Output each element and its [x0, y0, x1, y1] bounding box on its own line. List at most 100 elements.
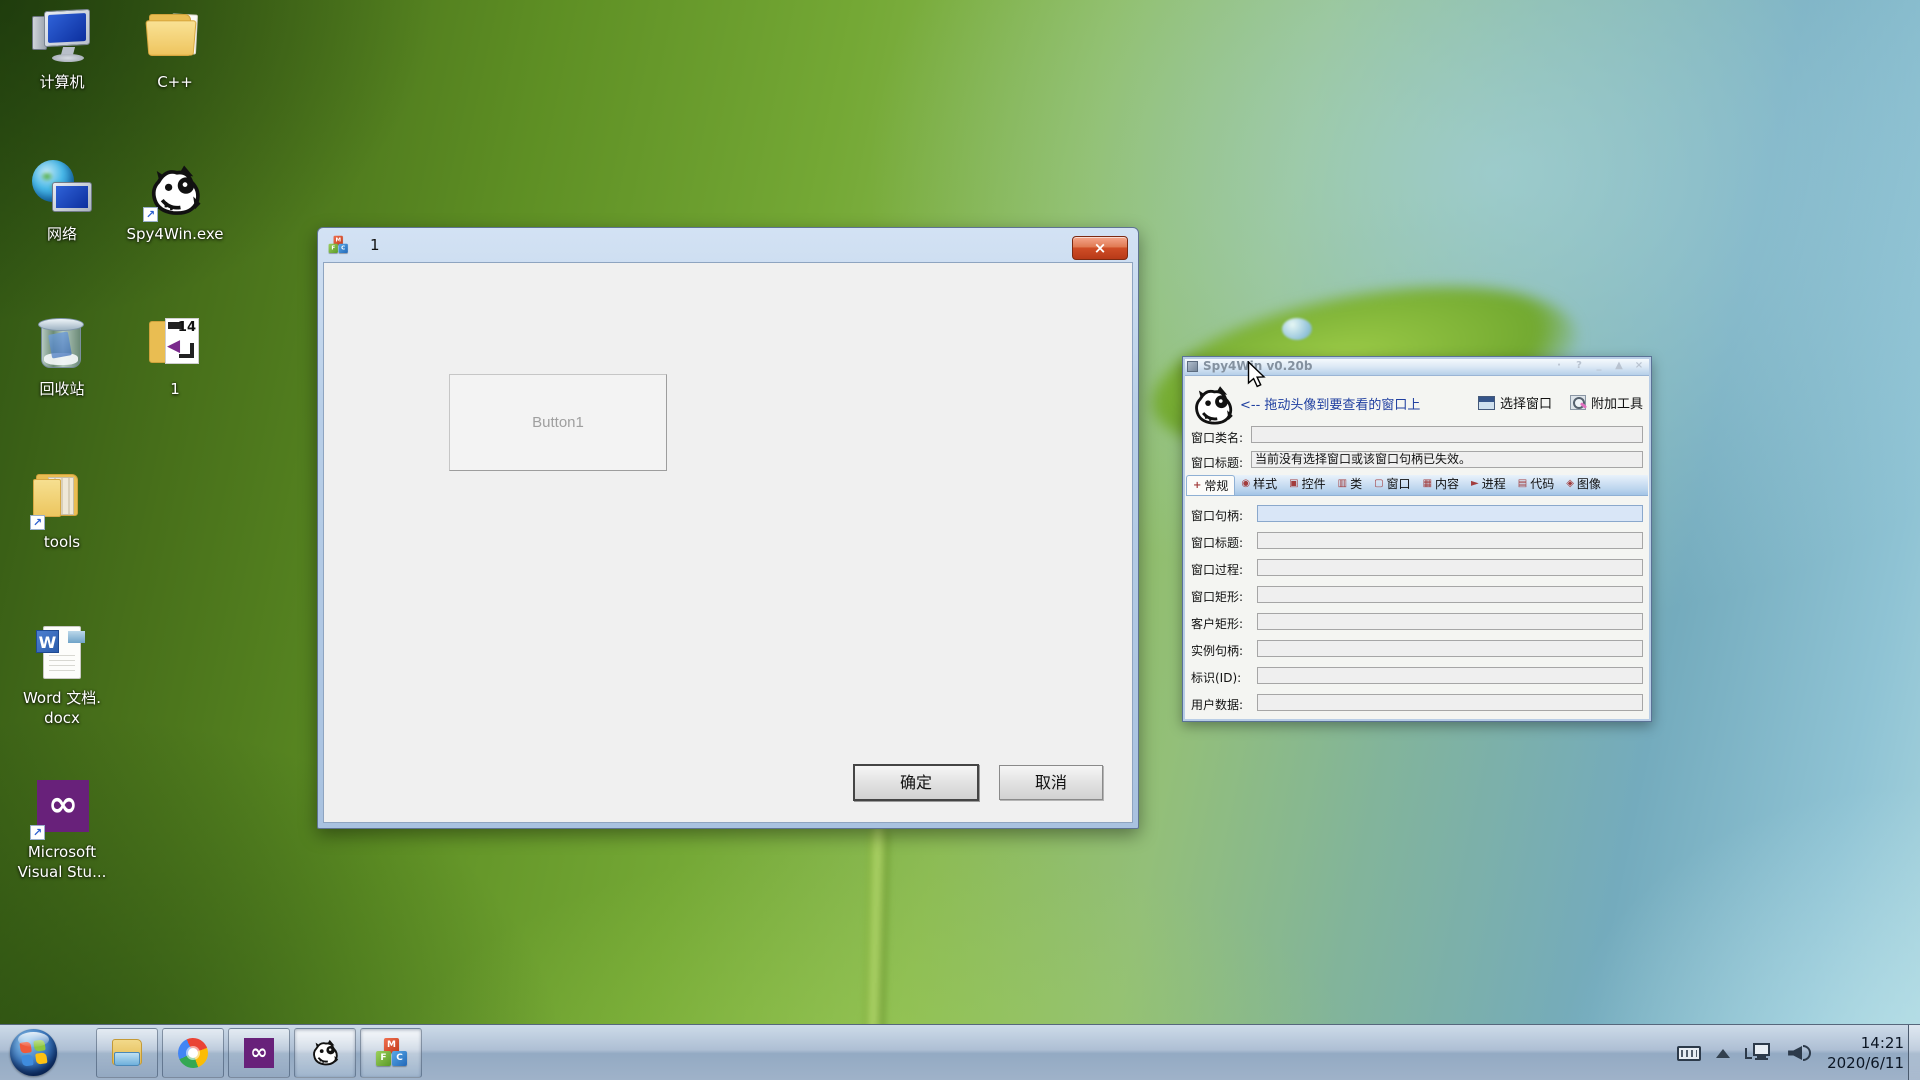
close-button[interactable]: ×	[1072, 236, 1128, 260]
desktop-icon-computer[interactable]: 计算机	[6, 8, 118, 92]
cancel-button[interactable]: 取消	[999, 765, 1103, 800]
pin-button[interactable]: ·	[1551, 359, 1567, 373]
desktop-icon-recycle-bin[interactable]: 回收站	[6, 315, 118, 399]
volume-icon[interactable]	[1786, 1041, 1812, 1065]
desktop-icon-visual-studio[interactable]: ∞ ↗ Microsoft Visual Stu...	[6, 778, 118, 882]
tab-icon: ▦	[1422, 478, 1433, 489]
tab-icon: ►	[1471, 478, 1479, 489]
tab-控件[interactable]: ▣ 控件	[1283, 473, 1331, 495]
field-label: 窗口过程:	[1191, 563, 1244, 577]
field-input[interactable]	[1257, 505, 1643, 522]
tab-进程[interactable]: ► 进程	[1465, 473, 1512, 495]
field-input[interactable]	[1257, 640, 1643, 657]
vs-project-folder-icon: 14 ◀	[143, 315, 207, 377]
desktop-icon-cpp-folder[interactable]: C++	[119, 8, 231, 92]
field-input[interactable]	[1257, 559, 1643, 576]
tab-代码[interactable]: ▤ 代码	[1512, 473, 1560, 495]
taskbar-button-mfc-app[interactable]: MFC	[360, 1028, 422, 1078]
field-label: 窗口矩形:	[1191, 590, 1244, 604]
folder-shortcut-icon: ↗	[30, 468, 94, 530]
tab-label: 窗口	[1386, 477, 1411, 491]
spy4win-toolbar: 选择窗口 附加工具	[1477, 393, 1643, 412]
window-class-field[interactable]	[1251, 426, 1643, 443]
tab-常规[interactable]: + 常规	[1186, 475, 1236, 495]
word-doc-icon: W	[30, 624, 94, 686]
spy4win-title: Spy4Win v0.20b	[1203, 359, 1313, 373]
desktop-icon-label: 1	[170, 380, 180, 398]
visual-studio-shortcut-icon: ∞ ↗	[30, 778, 94, 840]
tab-label: 常规	[1204, 478, 1229, 493]
network-tray-icon[interactable]	[1745, 1042, 1771, 1064]
attach-tools-button[interactable]: 附加工具	[1591, 393, 1643, 412]
folder-icon	[143, 8, 207, 70]
close-button[interactable]: ×	[1631, 359, 1647, 373]
desktop-icon-folder-1[interactable]: 14 ◀ 1	[119, 315, 231, 399]
network-icon	[30, 160, 94, 222]
tab-icon: ▢	[1374, 478, 1384, 489]
minimize-button[interactable]: _	[1591, 359, 1607, 373]
clock[interactable]: 14:21 2020/6/11	[1827, 1033, 1904, 1073]
dialog-title: 1	[370, 236, 380, 254]
tab-样式[interactable]: ◉ 样式	[1235, 473, 1283, 495]
field-label: 实例句柄:	[1191, 644, 1244, 658]
tab-icon: ◉	[1241, 478, 1251, 489]
tab-label: 图像	[1576, 477, 1601, 491]
button1[interactable]: Button1	[449, 374, 667, 471]
clock-date: 2020/6/11	[1827, 1054, 1904, 1072]
field-input[interactable]	[1257, 586, 1643, 603]
spy4win-titlebar[interactable]: Spy4Win v0.20b ·? _ ▲ ×	[1183, 357, 1651, 376]
window-caption-label: 窗口标题:	[1191, 456, 1244, 470]
tab-icon: ◈	[1566, 478, 1574, 489]
dialog-titlebar[interactable]: MFC 1	[318, 228, 1138, 262]
field-label: 窗口句柄:	[1191, 509, 1244, 523]
help-button[interactable]: ?	[1571, 359, 1587, 373]
tab-label: 内容	[1435, 477, 1460, 491]
desktop-icon-tools-folder[interactable]: ↗ tools	[6, 468, 118, 552]
tab-label: 样式	[1253, 477, 1278, 491]
desktop-icon-label: Spy4Win.exe	[126, 225, 224, 243]
field-label: 用户数据:	[1191, 698, 1244, 712]
field-input[interactable]	[1257, 532, 1643, 549]
select-window-button[interactable]: 选择窗口	[1500, 393, 1552, 412]
field-label: 标识(ID):	[1191, 671, 1242, 685]
field-input[interactable]	[1257, 613, 1643, 630]
tab-图像[interactable]: ◈ 图像	[1560, 473, 1607, 495]
desktop-icon-label: Microsoft Visual Stu...	[17, 843, 107, 881]
desktop-icon-label: Word 文档. docx	[22, 689, 102, 727]
taskbar: ∞ MFC 14:21 2020/6/11	[0, 1024, 1920, 1080]
desktop-icon-network[interactable]: 网络	[6, 160, 118, 244]
dialog-client-area: Button1 确定 取消	[323, 262, 1133, 823]
tab-icon: +	[1193, 479, 1202, 491]
desktop-icon-label: C++	[157, 73, 193, 91]
field-input[interactable]	[1257, 694, 1643, 711]
field-label: 窗口标题:	[1191, 536, 1244, 550]
tab-类[interactable]: ▥ 类	[1332, 473, 1368, 495]
spy4win-titlebar-buttons: ·? _ ▲ ×	[1551, 359, 1647, 373]
ok-button[interactable]: 确定	[853, 764, 979, 801]
spy4win-tabbar: + 常规 ◉ 样式 ▣ 控件 ▥ 类 ▢ 窗口 ▦ 内容 ► 进程 ▤ 代码 ◈ 图像	[1186, 475, 1648, 496]
tab-icon: ▤	[1517, 478, 1528, 489]
select-window-icon	[1477, 395, 1495, 410]
taskbar-button-spy4win[interactable]	[294, 1028, 356, 1078]
show-desktop-button[interactable]	[1908, 1025, 1920, 1080]
tab-窗口[interactable]: ▢ 窗口	[1368, 473, 1416, 495]
window-caption-field[interactable]: 当前没有选择窗口或该窗口句柄已失效。	[1251, 451, 1643, 468]
desktop: 计算机 C++ 网络 ↗ Spy4Win.exe 回收站 14 ◀ 1 ↗ tools W Word …	[0, 0, 1920, 1080]
tab-内容[interactable]: ▦ 内容	[1417, 473, 1465, 495]
field-label: 客户矩形:	[1191, 617, 1244, 631]
desktop-icon-spy4win-exe[interactable]: ↗ Spy4Win.exe	[119, 160, 231, 244]
desktop-icon-word-doc[interactable]: W Word 文档. docx	[6, 624, 118, 728]
keyboard-layout-icon[interactable]	[1677, 1045, 1702, 1061]
show-hidden-icons-icon[interactable]	[1716, 1048, 1731, 1058]
desktop-icon-label: 计算机	[39, 73, 85, 91]
taskbar-button-chrome[interactable]	[162, 1028, 224, 1078]
taskbar-button-explorer[interactable]	[96, 1028, 158, 1078]
rollup-button[interactable]: ▲	[1611, 359, 1627, 373]
attach-tools-icon	[1569, 395, 1586, 410]
tab-icon: ▣	[1289, 478, 1299, 489]
window-class-label: 窗口类名:	[1191, 431, 1244, 445]
spy4win-dog-finder-icon[interactable]	[1189, 382, 1237, 430]
field-input[interactable]	[1257, 667, 1643, 684]
start-button[interactable]	[10, 1029, 57, 1076]
taskbar-button-visual-studio[interactable]: ∞	[228, 1028, 290, 1078]
